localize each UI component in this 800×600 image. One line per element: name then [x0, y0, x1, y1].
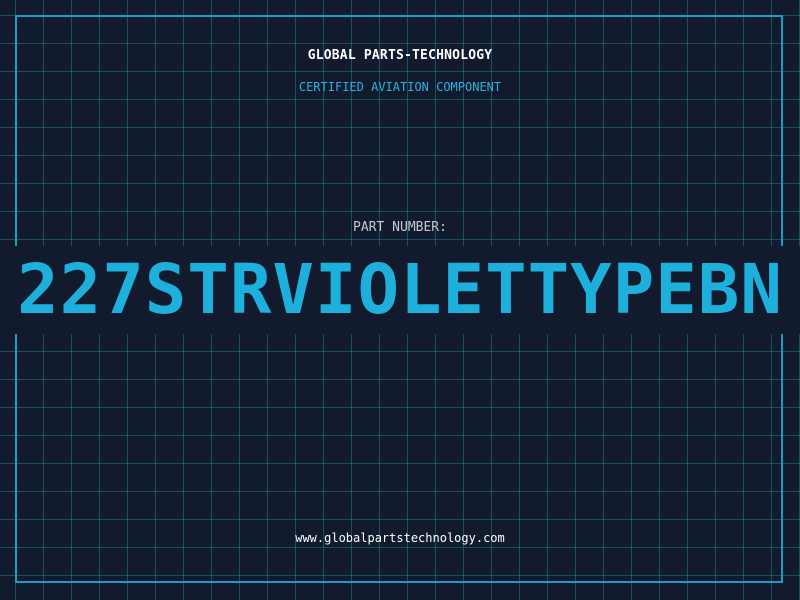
part-number-display: 227STRVIOLETTYPEBN — [0, 247, 800, 333]
part-number-label: PART NUMBER: — [353, 220, 447, 235]
certificate-card: GLOBAL PARTS-TECHNOLOGY CERTIFIED AVIATI… — [0, 0, 800, 600]
part-number-value: 227STRVIOLETTYPEBN — [17, 249, 783, 330]
certification-subtitle: CERTIFIED AVIATION COMPONENT — [298, 80, 502, 94]
website-url: www.globalpartstechnology.com — [295, 531, 505, 545]
brand-title: GLOBAL PARTS-TECHNOLOGY — [307, 48, 493, 63]
